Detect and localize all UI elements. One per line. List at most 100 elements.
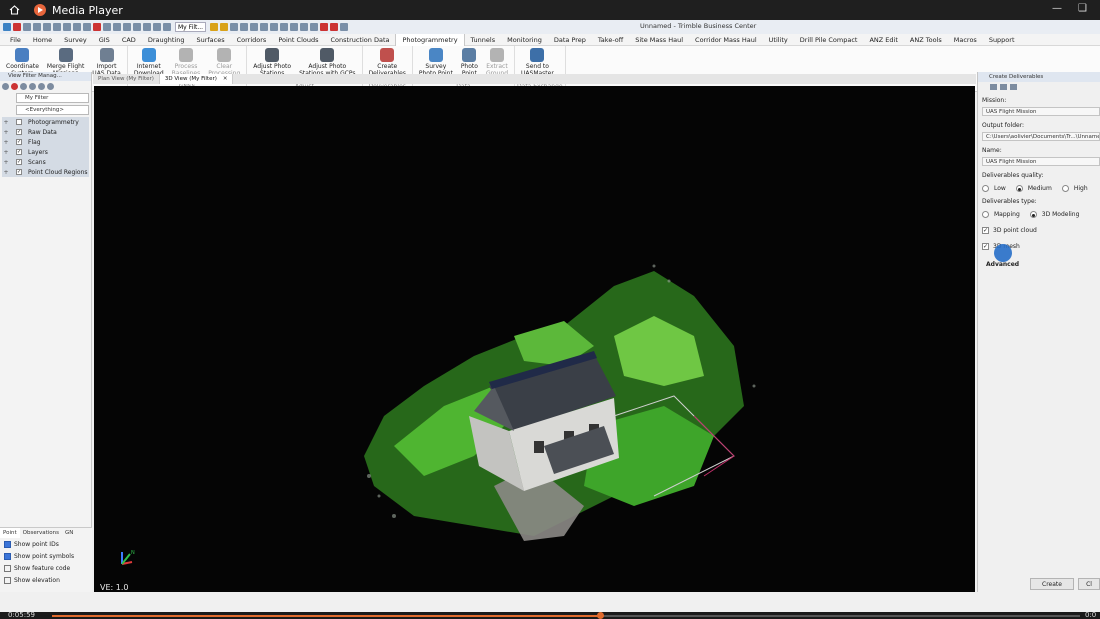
option-checkbox[interactable] — [4, 540, 11, 548]
home-icon[interactable] — [0, 5, 28, 15]
import-icon[interactable] — [29, 82, 36, 90]
close-button[interactable]: Cl — [1078, 578, 1100, 590]
option-checkbox[interactable] — [4, 564, 11, 572]
quality-low[interactable]: Low — [982, 185, 1006, 192]
option-show-point-ids[interactable]: Show point IDs — [0, 538, 92, 550]
tab-anz-edit[interactable]: ANZ Edit — [863, 34, 903, 46]
radio-button[interactable] — [1061, 185, 1069, 192]
tab-anz-tools[interactable]: ANZ Tools — [904, 34, 948, 46]
tree-item-flag[interactable]: + ✓ Flag — [2, 137, 89, 147]
seek-thumb[interactable] — [597, 612, 604, 619]
radio-button[interactable] — [982, 211, 989, 218]
layers-icon[interactable] — [103, 23, 111, 31]
type-3d-modeling[interactable]: 3D Modeling — [1029, 211, 1079, 218]
tab-utility[interactable]: Utility — [763, 34, 794, 46]
tab-corridors[interactable]: Corridors — [231, 34, 273, 46]
record-icon[interactable] — [13, 23, 21, 31]
window-icon[interactable] — [153, 23, 161, 31]
radio-button[interactable] — [1015, 185, 1023, 192]
expand-icon[interactable]: + — [2, 119, 10, 126]
save-icon[interactable] — [63, 23, 71, 31]
view-icon[interactable] — [113, 23, 121, 31]
visibility-checkbox[interactable]: ✓ — [16, 139, 22, 145]
info-icon[interactable] — [250, 23, 259, 31]
output-3d-point-cloud[interactable]: ✓ 3D point cloud — [982, 227, 1100, 234]
option-show-feature-code[interactable]: Show feature code — [0, 562, 92, 574]
tab-file[interactable]: File — [4, 34, 27, 46]
quality-medium[interactable]: Medium — [1015, 185, 1052, 192]
tab-photogrammetry[interactable]: Photogrammetry — [395, 33, 465, 46]
create-button[interactable]: Create — [1030, 578, 1074, 590]
tab-drill-pile-compact[interactable]: Drill Pile Compact — [794, 34, 864, 46]
expand-icon[interactable]: + — [2, 169, 10, 176]
visibility-checkbox[interactable]: ✓ — [16, 169, 22, 175]
export-icon[interactable] — [38, 82, 45, 90]
output-checkbox[interactable]: ✓ — [982, 227, 989, 234]
tools-icon[interactable] — [300, 23, 309, 31]
target-icon[interactable] — [330, 23, 339, 31]
radio-button[interactable] — [982, 185, 989, 192]
cloud-icon[interactable] — [280, 23, 289, 31]
tab-home[interactable]: Home — [27, 34, 58, 46]
undo-icon[interactable] — [23, 23, 31, 31]
tab-take-off[interactable]: Take-off — [592, 34, 629, 46]
scope-select[interactable]: <Everything> — [16, 105, 89, 115]
tree-item-raw-data[interactable]: + ✓ Raw Data — [2, 127, 89, 137]
mission-select[interactable]: UAS Flight Mission — [982, 107, 1100, 116]
tab-support[interactable]: Support — [983, 34, 1021, 46]
minimize-icon[interactable]: — — [1052, 3, 1062, 14]
output-folder-field[interactable]: C:\Users\aolivier\Documents\Tr...\Unname… — [982, 132, 1100, 141]
filter-select[interactable]: My Filter — [16, 93, 89, 103]
app-menu-icon[interactable] — [3, 23, 11, 31]
redo-icon[interactable] — [33, 23, 41, 31]
view-filter-combo[interactable]: My Filt... — [175, 22, 207, 32]
option-show-elevation[interactable]: Show elevation — [0, 574, 92, 586]
restore-icon[interactable]: ❑ — [1078, 3, 1087, 14]
list-icon[interactable] — [1000, 83, 1007, 90]
grid-icon[interactable] — [990, 83, 997, 90]
help-icon[interactable] — [340, 23, 349, 31]
tab-cad[interactable]: CAD — [116, 34, 142, 46]
name-field[interactable]: UAS Flight Mission — [982, 157, 1100, 166]
tab-corridor-mass-haul[interactable]: Corridor Mass Haul — [689, 34, 763, 46]
tab-draughting[interactable]: Draughting — [142, 34, 191, 46]
advanced-section[interactable]: Advanced — [986, 261, 1100, 268]
visibility-checkbox[interactable]: ✓ — [16, 129, 22, 135]
visibility-checkbox[interactable] — [16, 119, 22, 125]
media-seek-bar[interactable]: 0:05:59 0:0 — [0, 612, 1100, 619]
tab-macros[interactable]: Macros — [948, 34, 983, 46]
tab-tunnels[interactable]: Tunnels — [465, 34, 502, 46]
highlight-icon[interactable] — [220, 23, 229, 31]
visibility-checkbox[interactable]: ✓ — [16, 159, 22, 165]
tab-survey[interactable]: Survey — [58, 34, 93, 46]
tab-monitoring[interactable]: Monitoring — [501, 34, 548, 46]
expand-icon[interactable]: + — [2, 129, 10, 136]
tab-point-clouds[interactable]: Point Clouds — [272, 34, 324, 46]
doc-tab-3d-view[interactable]: 3D View (My Filter) ✕ — [159, 74, 234, 84]
options-tab-point[interactable]: Point — [0, 528, 20, 538]
expand-icon[interactable]: + — [2, 159, 10, 166]
tab-gis[interactable]: GIS — [93, 34, 116, 46]
tab-site-mass-haul[interactable]: Site Mass Haul — [629, 34, 689, 46]
open-icon[interactable] — [53, 23, 61, 31]
tab-surfaces[interactable]: Surfaces — [190, 34, 230, 46]
option-checkbox[interactable] — [4, 576, 11, 584]
stop-icon[interactable] — [320, 23, 329, 31]
options-icon[interactable] — [47, 82, 54, 90]
layout-icon[interactable] — [1010, 83, 1017, 90]
options-tab-observations[interactable]: Observations — [20, 528, 62, 538]
new-icon[interactable] — [43, 23, 51, 31]
export-icon[interactable] — [290, 23, 299, 31]
close-tab-icon[interactable]: ✕ — [223, 76, 228, 82]
option-checkbox[interactable] — [4, 552, 11, 560]
filter-icon[interactable] — [210, 23, 219, 31]
copy-icon[interactable] — [20, 82, 27, 90]
refresh-icon[interactable] — [260, 23, 269, 31]
grid-icon[interactable] — [143, 23, 151, 31]
pan-icon[interactable] — [133, 23, 141, 31]
tab-construction-data[interactable]: Construction Data — [325, 34, 396, 46]
quality-high[interactable]: High — [1061, 185, 1088, 192]
delete-icon[interactable] — [93, 23, 101, 31]
3d-view[interactable]: N VE: 1.0 — [94, 86, 975, 592]
output-checkbox[interactable]: ✓ — [982, 243, 989, 250]
